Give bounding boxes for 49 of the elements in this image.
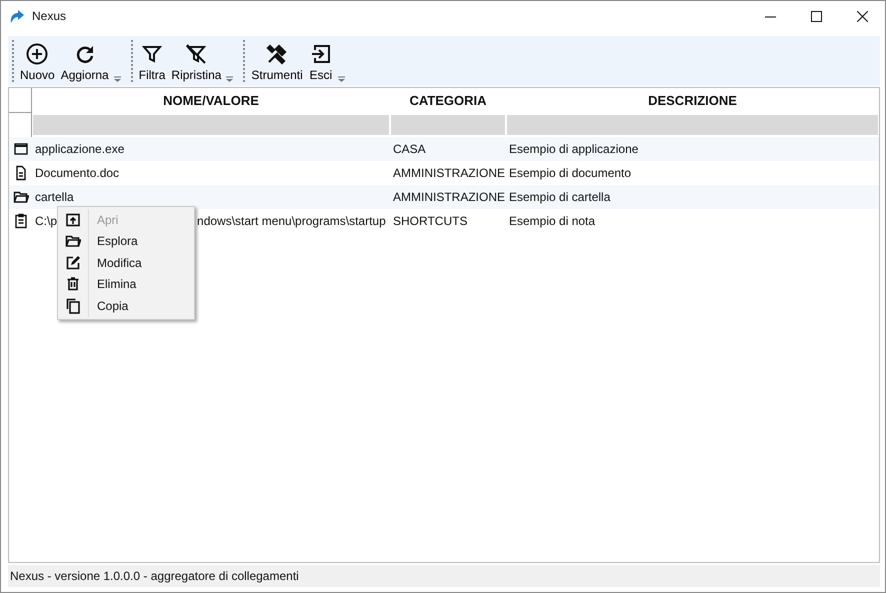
grid-corner[interactable] <box>9 88 32 113</box>
open-icon <box>65 212 81 228</box>
table-cell: AMMINISTRAZIONE <box>393 166 506 180</box>
table-cell: Esempio di nota <box>509 214 596 228</box>
dropdown-icon[interactable] <box>338 76 345 82</box>
menu-item[interactable]: Modifica <box>58 252 194 274</box>
window-icon <box>12 141 28 157</box>
filter-field[interactable] <box>33 115 389 135</box>
status-bar: Nexus - versione 1.0.0.0 - aggregatore di collegamenti <box>8 565 880 587</box>
table-cell: Documento.doc <box>35 166 120 180</box>
table-cell: applicazione.exe <box>35 142 124 156</box>
maximize-icon <box>810 10 822 22</box>
table-cell: ndows\start menu\programs\startup <box>197 214 386 228</box>
trash-icon <box>65 276 81 292</box>
folder-icon <box>12 189 28 205</box>
menu-item[interactable]: Copia <box>58 295 194 316</box>
window-title: Nexus <box>32 9 66 23</box>
copy-icon <box>65 298 81 314</box>
table-cell: Esempio di applicazione <box>509 142 638 156</box>
clear-filter-icon <box>184 42 208 66</box>
app-logo-icon <box>10 8 24 24</box>
filter-field[interactable] <box>507 115 878 135</box>
column-header[interactable]: CATEGORIA <box>390 88 506 112</box>
menu-item[interactable]: Esplora <box>58 230 194 252</box>
toolbar-button[interactable]: Ripristina <box>168 42 224 82</box>
filter-field[interactable] <box>391 115 505 135</box>
table-cell: C:\p <box>35 214 58 228</box>
table-cell: CASA <box>393 142 426 156</box>
menu-item[interactable]: Elimina <box>58 274 194 295</box>
table-cell: Esempio di documento <box>509 166 632 180</box>
clipboard-icon <box>12 213 28 229</box>
toolbar-button[interactable]: Filtra <box>136 42 168 82</box>
toolbar-button[interactable]: Aggiorna <box>58 42 112 82</box>
close-icon <box>856 10 868 22</box>
table-cell: Esempio di cartella <box>509 190 610 204</box>
add-icon <box>25 42 50 66</box>
dropdown-icon[interactable] <box>226 76 234 82</box>
table-cell: AMMINISTRAZIONE <box>393 190 506 204</box>
tools-icon <box>265 42 290 66</box>
toolbar-button[interactable]: Nuovo <box>17 42 58 82</box>
table-cell: cartella <box>35 190 74 204</box>
dropdown-icon[interactable] <box>114 76 121 82</box>
toolbar-button[interactable]: Strumenti <box>248 42 306 82</box>
edit-icon <box>65 254 81 271</box>
toolbar-button[interactable]: Esci <box>306 42 336 82</box>
table-cell: SHORTCUTS <box>393 214 468 228</box>
column-header[interactable]: NOME/VALORE <box>32 88 390 112</box>
column-header[interactable]: DESCRIZIONE <box>506 88 879 112</box>
folder-icon <box>65 233 81 250</box>
